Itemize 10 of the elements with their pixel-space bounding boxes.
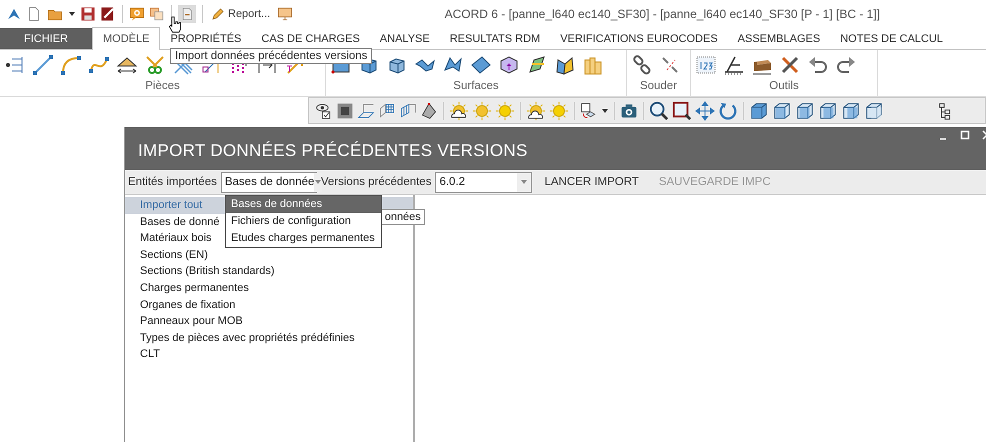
tooltip: Import données précédentes versions — [170, 48, 372, 64]
ribbon-group-label: Surfaces — [452, 80, 500, 94]
ribbon-group-label: Pièces — [144, 80, 181, 94]
window-title: ACORD 6 - [panne_l640 ec140_SF30] - [panne_l640 ec140_SF30 [P - 1] [BC - 1]] — [444, 7, 880, 21]
dialog-title: IMPORT DONNÉES PRÉCÉDENTES VERSIONS — [137, 141, 528, 162]
ribbon-group-label: Souder — [638, 80, 678, 94]
tooltip: onnées — [382, 209, 425, 225]
entities-label: Entités importées — [128, 176, 217, 188]
ribbon-group-label: Outils — [768, 80, 800, 94]
versions-label: Versions précédentes — [320, 176, 432, 188]
